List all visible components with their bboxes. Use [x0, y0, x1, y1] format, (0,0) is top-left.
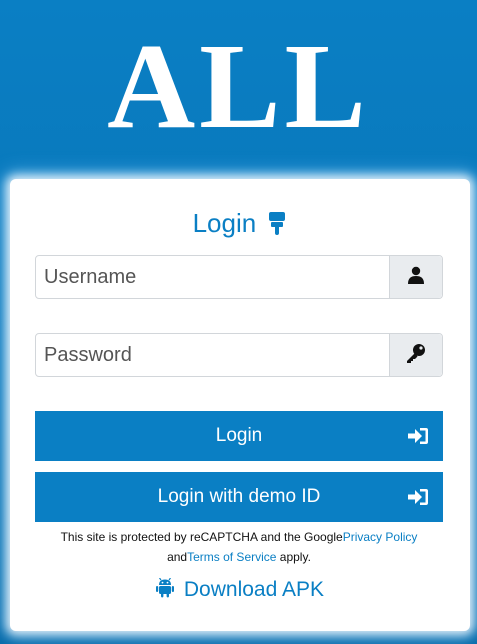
demo-login-button-label: Login with demo ID	[157, 486, 321, 507]
download-apk-label: Download APK	[183, 578, 324, 601]
username-field[interactable]	[35, 255, 443, 299]
notice-and: and	[167, 550, 188, 564]
login-heading: Login	[10, 207, 470, 243]
username-addon	[389, 256, 442, 298]
download-apk-link[interactable]: Download APK	[10, 577, 470, 605]
password-field[interactable]	[35, 333, 443, 377]
terms-of-service-link[interactable]: Terms of Service	[187, 550, 276, 564]
login-card: Login Username Login Login with demo ID …	[10, 179, 470, 631]
username-input[interactable]	[36, 256, 390, 298]
sign-in-icon	[407, 426, 429, 452]
password-input[interactable]	[36, 334, 390, 376]
privacy-policy-link[interactable]: Privacy Policy	[343, 530, 418, 544]
login-button-label: Login	[215, 425, 263, 446]
notice-prefix: This site is protected by reCAPTCHA and …	[60, 530, 343, 544]
login-heading-text: Login	[192, 208, 257, 238]
demo-login-button[interactable]: Login with demo ID	[35, 472, 443, 522]
sign-in-icon	[407, 487, 429, 513]
user-icon	[407, 266, 425, 289]
recaptcha-notice: This site is protected by reCAPTCHA and …	[35, 527, 443, 567]
key-icon	[405, 342, 427, 369]
login-button[interactable]: Login	[35, 411, 443, 461]
site-logo: ALL	[107, 19, 370, 154]
password-addon	[389, 334, 442, 376]
hand-point-down-icon	[267, 210, 287, 243]
android-icon	[156, 577, 175, 605]
notice-suffix: apply.	[276, 550, 311, 564]
